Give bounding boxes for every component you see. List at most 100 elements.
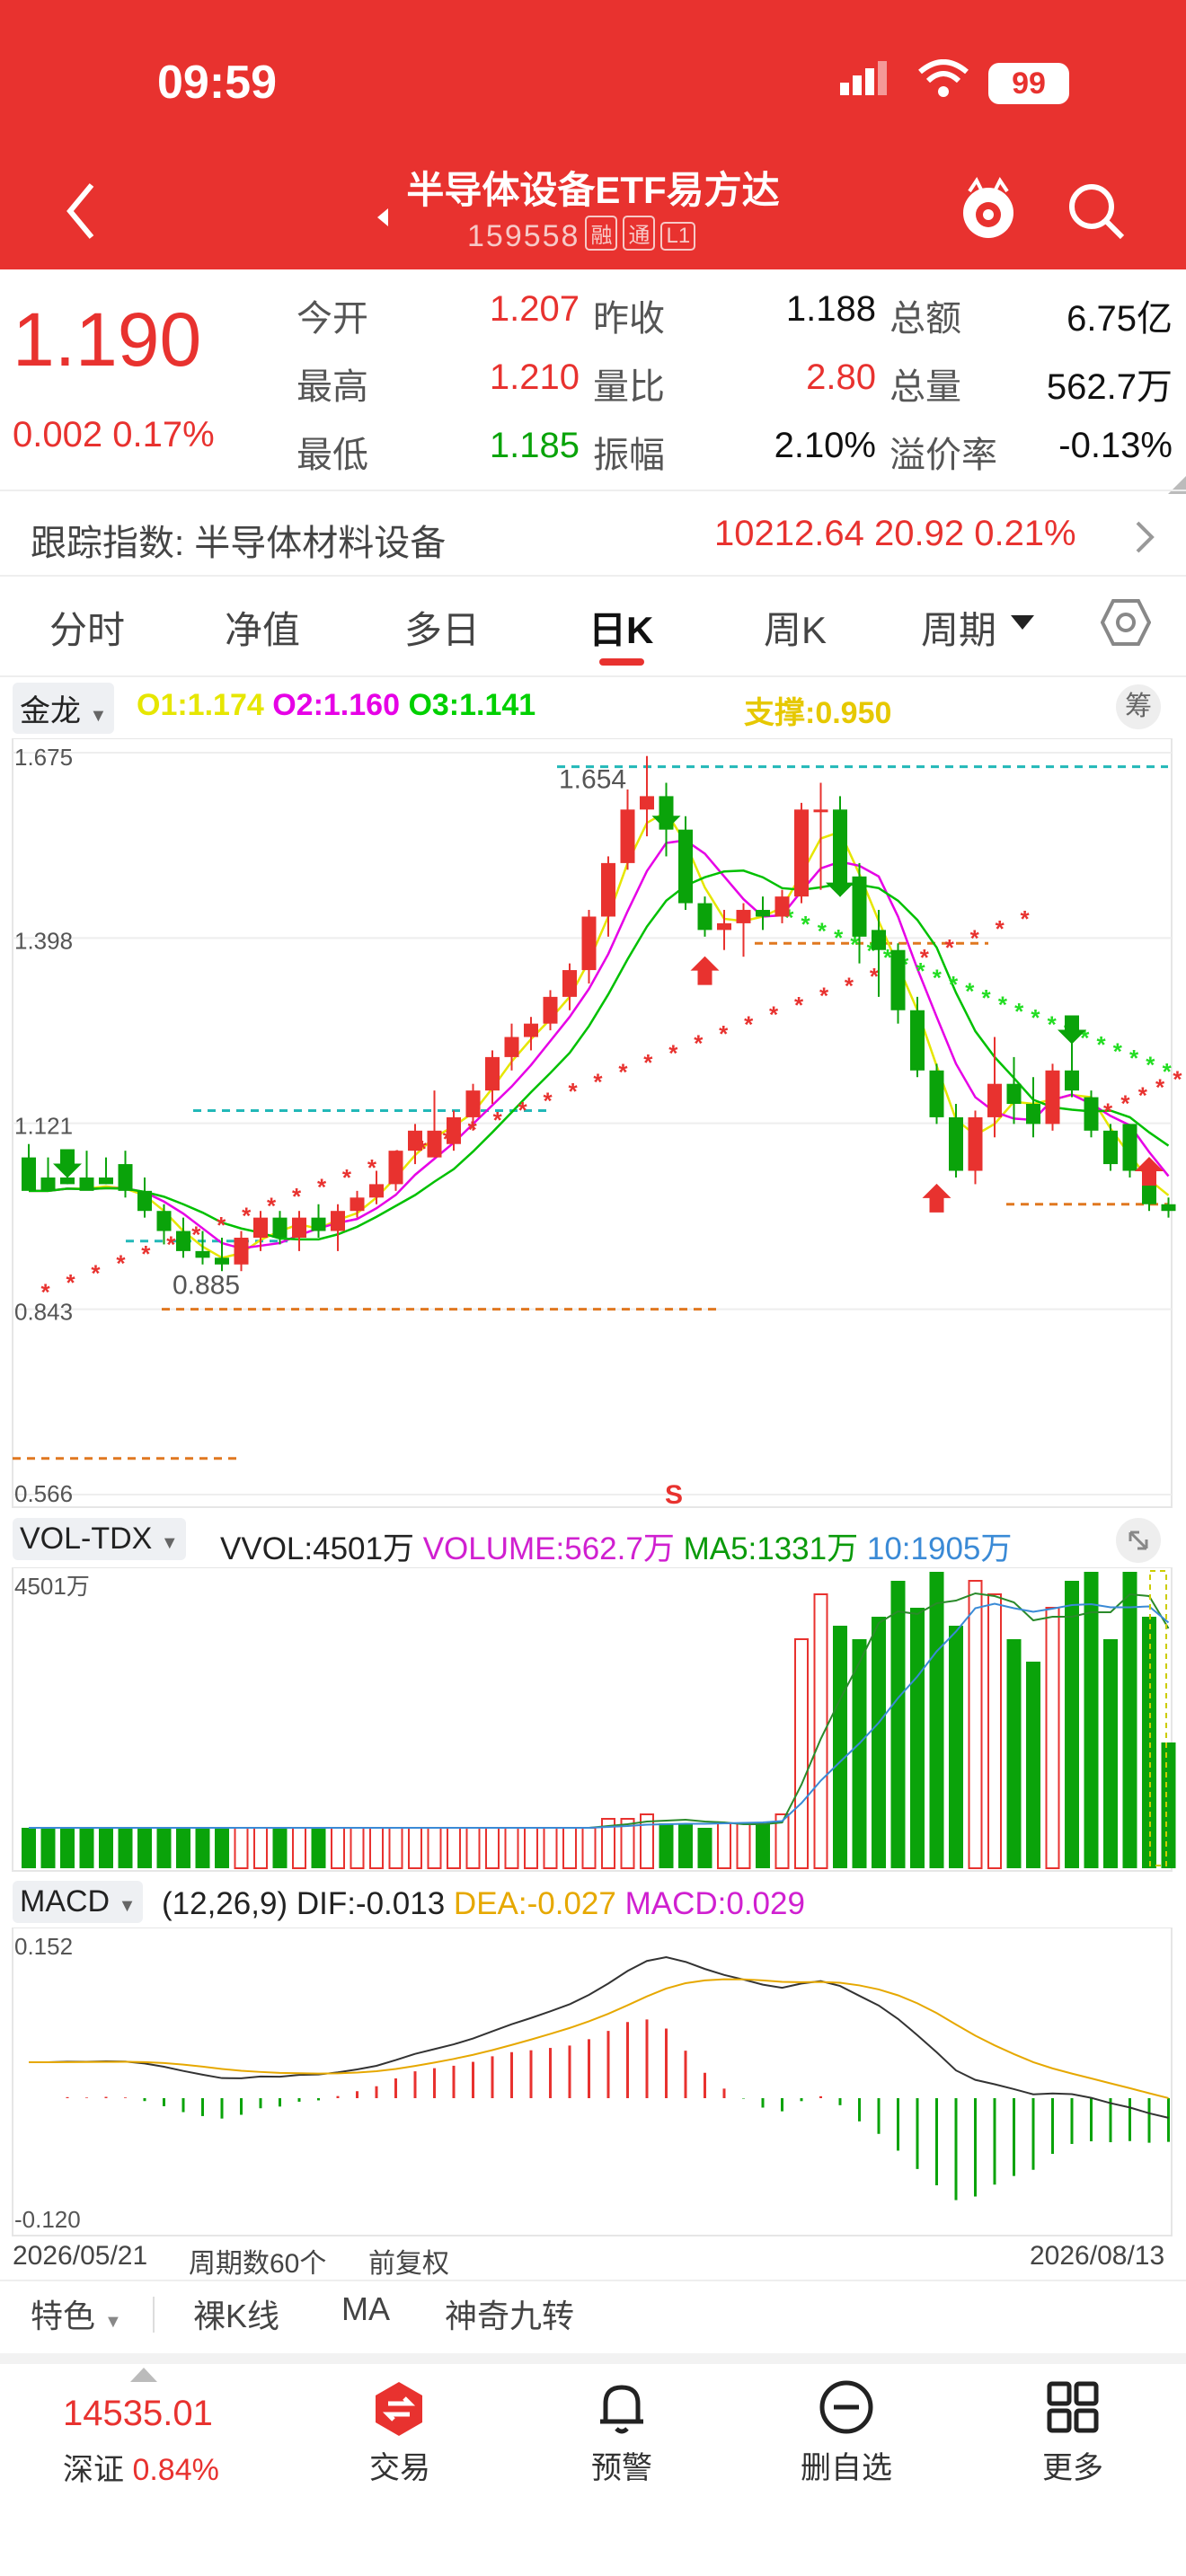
support-marker: *	[568, 1078, 578, 1105]
volume-bar	[447, 1827, 461, 1869]
trade-icon[interactable]	[370, 2380, 428, 2442]
y-tick-label: 0.152	[14, 1933, 73, 1960]
macd-indicator-select[interactable]: MACD ▼	[13, 1881, 144, 1923]
volume-bar	[949, 1626, 963, 1868]
tab-zhouqi[interactable]: 周期	[921, 600, 996, 655]
candle-body	[1026, 1104, 1040, 1125]
quote-value: 2.80	[806, 357, 876, 397]
tool-ma[interactable]: MA	[341, 2290, 390, 2328]
legend-params: (12,26,9)	[162, 1886, 288, 1921]
volume-bar	[833, 1626, 847, 1868]
candle-body	[1103, 1130, 1118, 1165]
support-marker: *	[945, 934, 955, 961]
volume-bar	[543, 1827, 558, 1869]
support-marker: *	[719, 1020, 729, 1047]
candle-body	[1161, 1204, 1176, 1212]
signal-arrow	[690, 956, 720, 985]
volume-indicator-select[interactable]: VOL-TDX ▼	[13, 1518, 186, 1560]
candle-body	[774, 896, 790, 917]
bell-icon[interactable]	[593, 2378, 651, 2440]
volume-bar	[929, 1572, 944, 1868]
tool-nine-turn[interactable]: 神奇九转	[445, 2290, 574, 2337]
quote-label: 溢价率	[890, 436, 997, 475]
last-price: 1.190	[13, 297, 202, 382]
tab-fenshi[interactable]: 分时	[49, 600, 125, 655]
volume-chart[interactable]: 4501万	[0, 1567, 1186, 1873]
candle-body	[195, 1250, 210, 1258]
support-marker: *	[342, 1164, 352, 1191]
search-icon[interactable]	[1065, 180, 1128, 247]
tool-naked-k[interactable]: 裸K线	[193, 2290, 279, 2337]
volume-bar	[118, 1828, 133, 1868]
y-tick-label: 4501万	[14, 1573, 90, 1600]
macd-chart[interactable]: 0.152 -0.120	[0, 1928, 1186, 2237]
quote-value: 2.10%	[774, 426, 876, 465]
volume-bar	[1103, 1639, 1118, 1868]
tab-duori[interactable]: 多日	[404, 600, 480, 655]
nav-more[interactable]: 更多	[983, 2443, 1163, 2487]
nav-remove-watchlist[interactable]: 删自选	[757, 2443, 936, 2487]
mascot-icon[interactable]	[957, 175, 1020, 251]
legend-support: 支撑:0.950	[744, 696, 892, 730]
index-line[interactable]: 深证 0.84%	[63, 2445, 219, 2489]
prev-arrow-icon[interactable]	[377, 208, 390, 231]
volume-bar	[350, 1827, 365, 1869]
tracking-label: 跟踪指数: 半导体材料设备	[31, 524, 447, 563]
tab-jingzhi[interactable]: 净值	[225, 600, 300, 655]
volume-bar	[1161, 1742, 1176, 1868]
caret-down-icon[interactable]	[1011, 615, 1034, 634]
legend-ma5: MA5:1331万	[683, 1531, 859, 1566]
tag-rong: 融	[585, 216, 618, 251]
candle-body	[813, 809, 828, 813]
tab-zhouk[interactable]: 周K	[764, 600, 827, 655]
resistance-marker: *	[818, 917, 828, 944]
candle-body	[485, 1056, 500, 1091]
volume-bar	[408, 1827, 422, 1869]
settings-hexagon-icon[interactable]	[1100, 597, 1152, 652]
nav-trade[interactable]: 交易	[310, 2443, 490, 2487]
tracking-values[interactable]: 10212.64 20.92 0.21%	[714, 514, 1076, 554]
volume-bar	[756, 1823, 770, 1868]
candle-body	[465, 1090, 481, 1117]
chip-button[interactable]: 筹	[1116, 684, 1161, 729]
kline-indicator-select[interactable]: 金龙 ▼	[13, 683, 115, 734]
support-marker: *	[694, 1030, 704, 1057]
caret-down-icon: ▼	[89, 706, 108, 726]
grid-icon[interactable]	[1044, 2378, 1102, 2440]
candle-body	[833, 809, 847, 877]
volume-bar	[22, 1828, 36, 1868]
wifi-icon	[916, 59, 970, 103]
support-marker: *	[544, 1088, 553, 1115]
candle-body	[1122, 1124, 1137, 1171]
support-marker: *	[1138, 1082, 1148, 1109]
caret-down-icon: ▼	[118, 1896, 137, 1916]
dea-line	[29, 1978, 1169, 2099]
adjust-mode[interactable]: 前复权	[368, 2241, 449, 2280]
tool-tese[interactable]: 特色 ▼	[31, 2290, 122, 2337]
chevron-right-icon[interactable]	[1134, 519, 1155, 560]
volume-bar	[987, 1593, 1002, 1869]
support-marker: *	[643, 1049, 653, 1076]
nav-alert[interactable]: 预警	[532, 2443, 712, 2487]
candle-body	[736, 910, 751, 923]
support-marker: *	[819, 982, 829, 1009]
support-marker: *	[1103, 1098, 1113, 1125]
remove-watchlist-icon[interactable]	[818, 2378, 875, 2440]
divider	[0, 575, 1186, 577]
expand-icon[interactable]	[1116, 1518, 1161, 1563]
candle-body	[234, 1237, 249, 1265]
index-name: 深证	[63, 2453, 124, 2487]
signal-arrow	[922, 1183, 951, 1213]
quote-label: 昨收	[593, 299, 665, 339]
ma-line	[29, 810, 1170, 1259]
tab-rik[interactable]: 日K	[589, 600, 653, 655]
start-date: 2026/05/21	[13, 2241, 148, 2271]
candle-body	[562, 970, 577, 997]
volume-bar	[60, 1828, 75, 1868]
quote-label: 最高	[296, 367, 368, 407]
index-value[interactable]: 14535.01	[63, 2394, 213, 2434]
kline-chart[interactable]: 1.6751.3981.1210.8430.566* * * * * * * * * * * * * **…	[0, 738, 1186, 1509]
legend-macd: MACD:0.029	[624, 1886, 805, 1921]
candle-body	[697, 903, 712, 931]
quote-value: 1.207	[489, 289, 580, 329]
